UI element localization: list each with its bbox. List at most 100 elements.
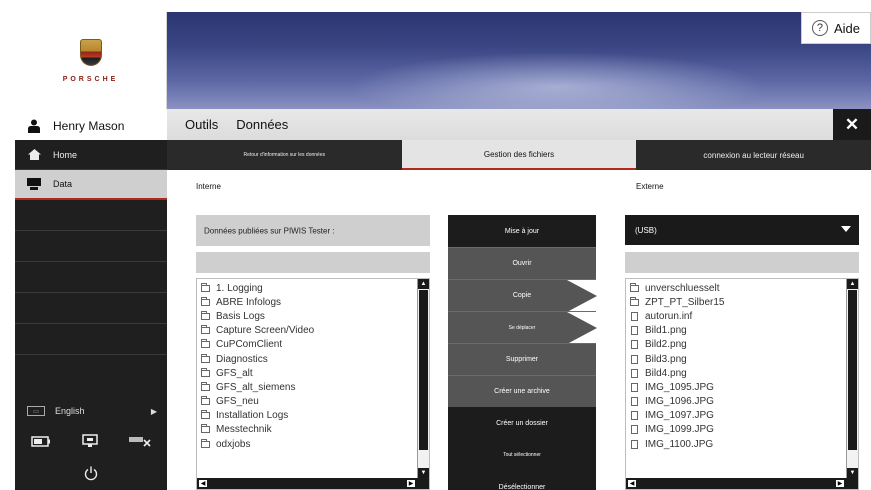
file-row[interactable]: Diagnostics (201, 352, 415, 366)
sidebar-item-label: Data (53, 179, 73, 189)
internal-source-box: Données publiées sur PIWIS Tester : (196, 215, 430, 246)
action-button[interactable]: Copie (448, 279, 597, 312)
action-label: Copie (512, 292, 532, 299)
close-button[interactable]: ✕ (833, 109, 871, 140)
menu-donnees[interactable]: Données (236, 117, 288, 132)
file-row[interactable]: ABRE Infologs (201, 295, 415, 309)
file-name: Capture Screen/Video (216, 325, 315, 337)
file-row[interactable]: IMG_1100.JPG (630, 437, 844, 451)
action-label: Supprimer (505, 356, 539, 363)
external-title: Externe (636, 182, 664, 191)
scroll-down-icon[interactable]: ▼ (418, 468, 429, 478)
file-row[interactable]: GFS_alt (201, 366, 415, 380)
internal-title: Interne (196, 182, 221, 191)
tab-network-drive[interactable]: connexion au lecteur réseau (636, 140, 871, 170)
action-label: Mise à jour (504, 227, 540, 235)
tab-file-management[interactable]: Gestion des fichiers (401, 140, 637, 170)
file-row[interactable]: ZPT_PT_Silber15 (630, 295, 844, 309)
file-row[interactable]: Bild2.png (630, 338, 844, 352)
file-row[interactable]: Messtechnik (201, 423, 415, 437)
power-row (15, 462, 167, 490)
file-name: CuPComClient (216, 339, 283, 351)
tab-data-feedback[interactable]: Retour d'information sur les données (167, 140, 402, 170)
file-icon (631, 354, 638, 364)
folder-icon (201, 353, 210, 363)
internal-horizontal-scrollbar[interactable]: ◀ ▶ (197, 478, 429, 489)
file-row[interactable]: 1. Logging (201, 281, 415, 295)
file-icon (631, 425, 638, 435)
scroll-down-icon[interactable]: ▼ (847, 468, 858, 478)
internal-vertical-scrollbar[interactable]: ▲ ▼ (417, 279, 429, 478)
network-icon[interactable] (82, 434, 98, 452)
scroll-right-icon[interactable]: ▶ (407, 480, 415, 487)
file-name: Installation Logs (216, 410, 289, 422)
external-path-field[interactable] (625, 252, 859, 273)
file-row[interactable]: autorun.inf (630, 309, 844, 323)
file-row[interactable]: Bild4.png (630, 366, 844, 380)
user-row: Henry Mason (15, 112, 167, 140)
file-name: GFS_alt_siemens (216, 381, 296, 393)
file-row[interactable]: IMG_1099.JPG (630, 423, 844, 437)
file-row[interactable]: GFS_neu (201, 395, 415, 409)
external-vertical-scrollbar[interactable]: ▲ ▼ (846, 279, 858, 478)
file-name: ABRE Infologs (216, 296, 282, 308)
external-file-list[interactable]: unverschluesselt ZPT_PT_Silber15 autorun.i… (625, 278, 859, 490)
file-row[interactable]: GFS_alt_siemens (201, 380, 415, 394)
action-button[interactable]: Supprimer (448, 343, 596, 375)
disconnect-icon[interactable] (129, 434, 151, 452)
scroll-right-icon[interactable]: ▶ (836, 480, 844, 487)
scroll-left-icon[interactable]: ◀ (628, 480, 636, 487)
porsche-logo: PORSCHE (15, 12, 167, 109)
file-row[interactable]: Capture Screen/Video (201, 324, 415, 338)
file-row[interactable]: Installation Logs (201, 409, 415, 423)
device-select[interactable]: (USB) (625, 215, 859, 245)
internal-file-list[interactable]: 1. Logging ABRE Infologs Basis Logs Capture… (196, 278, 430, 490)
file-name: GFS_alt (216, 367, 253, 379)
action-button[interactable]: Tout sélectionner (448, 439, 596, 471)
file-row[interactable]: unverschluesselt (630, 281, 844, 295)
file-name: unverschluesselt (645, 282, 720, 294)
folder-icon (201, 310, 210, 320)
internal-path-field[interactable] (196, 252, 430, 273)
action-button[interactable]: Mise à jour (448, 215, 596, 247)
scroll-left-icon[interactable]: ◀ (199, 480, 207, 487)
power-icon[interactable] (84, 466, 98, 486)
folder-icon (630, 296, 639, 306)
folder-icon (201, 367, 210, 377)
language-selector[interactable]: ▭ English ▶ (15, 396, 167, 426)
file-name: odxjobs (216, 438, 251, 450)
file-row[interactable]: Bild1.png (630, 324, 844, 338)
porsche-wordmark: PORSCHE (62, 75, 119, 83)
menu-outils[interactable]: Outils (185, 117, 218, 132)
scroll-thumb[interactable] (419, 290, 428, 450)
action-button[interactable]: Désélectionner (448, 471, 596, 490)
folder-icon (201, 282, 210, 292)
file-manager-panel: Interne Externe Données publiées sur PIW… (167, 170, 871, 490)
file-row[interactable]: IMG_1096.JPG (630, 395, 844, 409)
folder-icon (630, 282, 639, 292)
file-icon (631, 382, 638, 392)
battery-icon[interactable] (30, 434, 51, 452)
file-row[interactable]: IMG_1095.JPG (630, 380, 844, 394)
file-name: autorun.inf (645, 310, 693, 322)
help-button[interactable]: ? Aide (801, 12, 871, 44)
external-horizontal-scrollbar[interactable]: ◀ ▶ (626, 478, 858, 489)
device-select-value: (USB) (635, 225, 657, 235)
file-row[interactable]: IMG_1097.JPG (630, 409, 844, 423)
file-row[interactable]: odxjobs (201, 437, 415, 451)
file-row[interactable]: Bild3.png (630, 352, 844, 366)
file-row[interactable]: Basis Logs (201, 309, 415, 323)
scroll-up-icon[interactable]: ▲ (847, 279, 858, 289)
action-button[interactable]: Créer une archive (448, 375, 596, 407)
scroll-up-icon[interactable]: ▲ (418, 279, 429, 289)
action-button[interactable]: Créer un dossier (448, 407, 596, 439)
external-rows: unverschluesselt ZPT_PT_Silber15 autorun.i… (630, 281, 844, 451)
file-row[interactable]: CuPComClient (201, 338, 415, 352)
action-button[interactable]: Se déplacer (448, 311, 597, 344)
sidebar-empty-slot (15, 324, 167, 355)
sidebar-item-data[interactable]: Data (15, 170, 167, 200)
action-button[interactable]: Ouvrir (448, 247, 596, 279)
scroll-thumb[interactable] (848, 290, 857, 450)
sidebar-empty-slot (15, 293, 167, 324)
sidebar-item-home[interactable]: Home (15, 140, 167, 170)
